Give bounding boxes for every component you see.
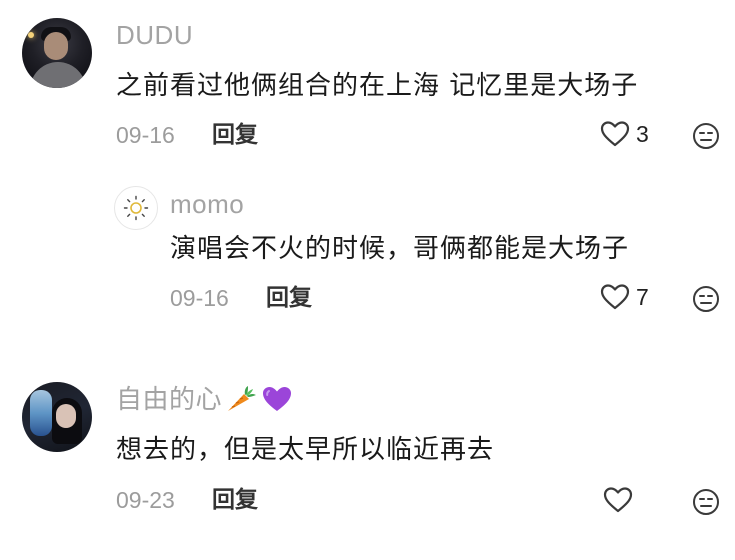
avatar[interactable] [22,18,92,88]
username-row[interactable]: 自由的心 [116,384,294,414]
carrot-icon [228,386,257,411]
heart-icon [603,487,633,513]
username[interactable]: momo [170,189,244,219]
username[interactable]: DUDU [116,20,193,50]
comment-text: 演唱会不火的时候，哥俩都能是大场子 [170,234,630,264]
comment-text: 想去的，但是太早所以临近再去 [116,435,495,465]
heart-icon [600,284,630,310]
username: 自由的心 [116,384,223,414]
dislike-icon[interactable] [692,488,720,516]
like-button[interactable]: 7 [600,283,649,311]
avatar[interactable] [22,382,92,452]
sun-icon [123,195,149,221]
comment-date: 09-16 [116,122,175,148]
reply-button[interactable]: 回复 [212,486,258,514]
like-button[interactable]: 3 [600,120,649,148]
comment-date: 09-23 [116,487,175,513]
comment-date: 09-16 [170,285,229,311]
reply-button[interactable]: 回复 [212,121,258,149]
like-count: 7 [636,283,649,310]
comment-text: 之前看过他俩组合的在上海 记忆里是大场子 [116,71,639,101]
like-button[interactable] [603,486,639,514]
avatar[interactable] [114,186,158,230]
like-count: 3 [636,120,649,147]
heart-icon [600,121,630,147]
purple-heart-icon [263,387,292,411]
dislike-icon[interactable] [692,285,720,313]
reply-button[interactable]: 回复 [266,284,312,312]
dislike-icon[interactable] [692,122,720,150]
